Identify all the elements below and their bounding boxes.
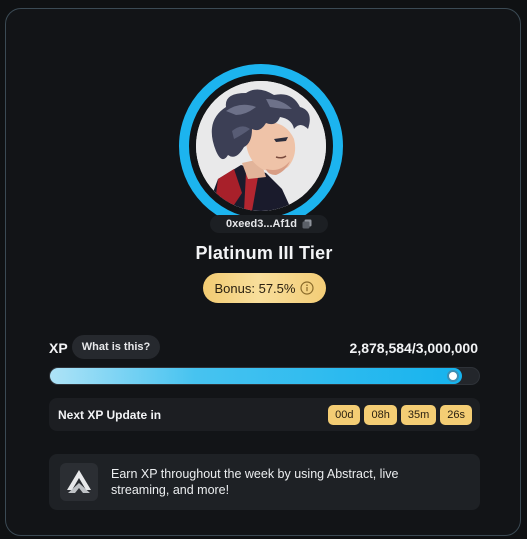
wallet-address: 0xeed3...Af1d — [226, 218, 297, 230]
xp-label: XP — [49, 340, 68, 356]
xp-value: 2,878,584/3,000,000 — [349, 340, 478, 356]
xp-progress-fill — [50, 368, 462, 384]
info-text: Earn XP throughout the week by using Abs… — [111, 467, 399, 497]
wallet-address-pill[interactable]: 0xeed3...Af1d — [210, 215, 328, 233]
info-icon[interactable] — [300, 281, 315, 295]
bonus-badge[interactable]: Bonus: 57.5% — [203, 273, 326, 303]
abstract-logo-icon — [60, 463, 98, 501]
copy-icon[interactable] — [302, 219, 312, 229]
countdown-minutes: 35m — [400, 405, 437, 425]
bonus-label: Bonus: 57.5% — [214, 280, 296, 296]
xp-progress-bar — [49, 367, 480, 385]
avatar-image — [196, 81, 326, 211]
countdown-hours: 08h — [364, 405, 397, 425]
tier-title: Platinum III Tier — [195, 243, 333, 263]
countdown-days: 00d — [328, 405, 361, 425]
countdown-seconds: 26s — [440, 405, 472, 425]
countdown-timer: 00d 08h 35m 26s — [328, 405, 472, 425]
next-update-label: Next XP Update in — [58, 408, 162, 422]
xp-card: 0xeed3...Af1d Platinum III Tier Bonus: 5… — [5, 8, 521, 536]
xp-progress-knob — [446, 370, 459, 382]
avatar — [179, 64, 343, 228]
info-banner: Earn XP throughout the week by using Abs… — [49, 454, 480, 510]
what-is-this-button[interactable]: What is this? — [72, 335, 160, 359]
next-update-row: Next XP Update in 00d 08h 35m 26s — [49, 398, 480, 431]
